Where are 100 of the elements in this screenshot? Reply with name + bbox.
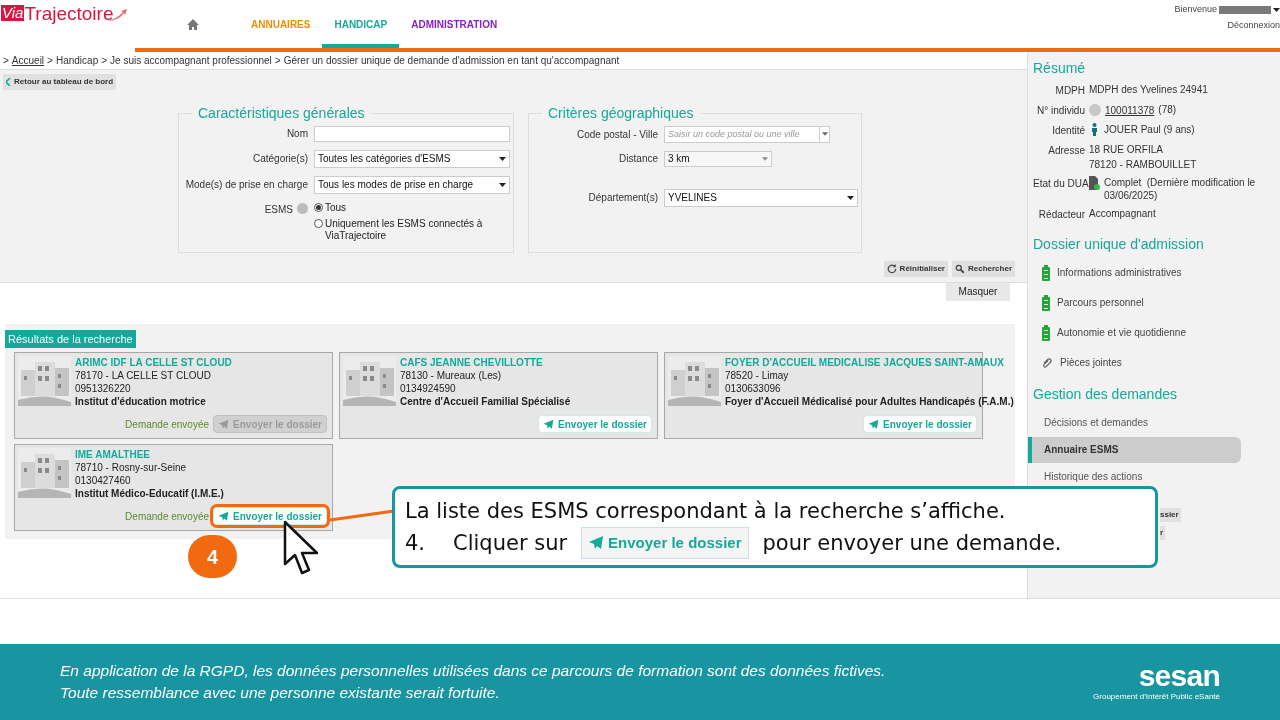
back-button[interactable]: Retour au tableau de bord [3,74,117,90]
battery-icon [1042,325,1050,341]
summary-label: Adresse [1047,144,1085,158]
menu-item[interactable]: Historique des actions [1028,464,1241,490]
breadcrumb-item[interactable]: Accueil [11,53,45,68]
dropdown-caret-icon [499,183,506,187]
instruction-text: Cliquer sur [453,530,568,557]
dossier-item[interactable]: Autonomie et vie quotidienne [1042,325,1280,341]
radio-button[interactable] [314,203,323,212]
request-status: Demande envoyée [125,418,210,432]
field-label: Mode(s) de prise en charge [184,178,308,193]
nav-tab[interactable]: ADMINISTRATION [399,0,510,48]
section-title: Résumé [1033,59,1087,78]
leader-line [330,509,394,523]
esms-phone: 0130633096 [725,382,782,396]
summary-value: (78) [1158,103,1178,116]
breadcrumb-item: Je suis accompagnant professionnel [110,54,272,68]
refresh-icon [886,264,897,274]
esms-type: Foyer d'Accueil Médicalisé pour Adultes Handicapés (F.A.M.) [725,395,1014,409]
dossier-item[interactable]: Informations administratives [1042,265,1280,281]
filter-group-title: Critères géographiques [547,104,695,123]
esms-city: 78710 - Rosny-sur-Seine [75,461,188,475]
summary-label: Rédacteur [1037,208,1085,222]
select-field[interactable]: 3 km [664,151,772,167]
menu-item[interactable]: Décisions et demandes [1028,410,1241,436]
esms-type: Centre d'Accueil Familial Spécialisé [400,395,571,409]
breadcrumb-item: Handicap [55,54,99,68]
welcome-text: Bienvenue [1174,3,1217,16]
summary-value: Complet (Dernière modification le 03/06/2025) [1104,176,1257,202]
field-label: ESMS [264,203,293,217]
document-check-icon [1089,176,1100,190]
name-input[interactable] [314,126,510,142]
field-label: Nom [285,127,308,142]
action-button[interactable]: ssier [1160,508,1181,522]
select-field[interactable]: Tous les modes de prise en charge [314,176,510,194]
filter-group-title: Caractéristiques générales [197,104,366,123]
home-icon [187,18,199,30]
section-title: Gestion des demandes [1033,385,1178,404]
send-icon [543,419,555,430]
breadcrumb-item: Gérer un dossier unique de demande d'admission en tant qu'accompagnant [283,54,620,68]
esms-city: 78520 - Limay [725,369,790,383]
radio-button[interactable] [314,219,323,228]
request-status: Demande envoyée [125,510,210,524]
person-icon [1091,123,1098,136]
summary-label: Identité [1051,124,1085,138]
instruction-text: La liste des ESMS correspondant à la recherche s’affiche. [405,498,1007,525]
send-icon [218,419,230,430]
logout-link[interactable]: Déconnexion [1227,16,1280,32]
summary-value: Accompagnant [1089,207,1157,220]
esms-phone: 0130427460 [75,474,132,488]
esms-phone: 0134924590 [400,382,457,396]
dossier-item[interactable]: Parcours personnel [1042,295,1280,311]
battery-icon [1042,265,1050,281]
esms-city: 78170 - LA CELLE ST CLOUD [75,369,212,383]
section-title: Dossier unique d'admission [1033,235,1205,254]
breadcrumb-separator: > [101,54,108,68]
summary-label: N° individu [1036,104,1085,118]
esms-city: 78130 - Mureaux (Les) [400,369,503,383]
select-field[interactable]: Toutes les catégories d'ESMS [314,150,510,168]
dropdown-caret-icon [821,132,828,137]
radio-label: Uniquement les ESMS connectés à ViaTrajectoire [325,218,484,242]
field-label: Département(s) [587,191,658,206]
logo: ViaTrajectoire [0,0,135,48]
select-field[interactable]: YVELINES [664,189,858,207]
action-button[interactable]: r [1160,526,1166,540]
redacted-username [1219,5,1271,14]
dropdown-caret-icon [1273,7,1280,12]
summary-value: 78120 - RAMBOUILLET [1089,158,1198,171]
radio-label: Tous [325,202,347,214]
dropdown-caret-icon [847,196,854,200]
disclaimer-text: En application de la RGPD, les données personnelles utilisées dans ce parcours de formation sont des données fictives. [60,661,886,682]
paperclip-icon [1042,357,1053,368]
chevron-left-icon [6,78,11,86]
breadcrumb-separator: > [47,54,53,68]
avatar-icon [1089,104,1101,116]
breadcrumb-separator: > [3,54,9,68]
dossier-item[interactable]: Pièces jointes [1042,355,1280,370]
disclaimer-text: Toute ressemblance avec une personne existante serait fortuite. [60,683,501,704]
action-button[interactable]: Réinitialiser [883,261,948,277]
summary-value: JOUER Paul (9 ans) [1104,123,1196,136]
esms-type: Institut d'éducation motrice [75,395,207,409]
cursor-icon [283,520,321,576]
postal-code-combo[interactable]: Saisir un code postal ou une ville [664,126,830,143]
action-button[interactable]: Rechercher [951,261,1015,277]
field-label: Distance [618,152,658,167]
send-file-button-sample: Envoyer le dossier [581,527,749,559]
breadcrumb-separator: > [274,54,281,68]
summary-label: MDPH [1054,84,1085,98]
send-icon [868,419,880,430]
field-label: Catégorie(s) [251,152,308,167]
logo-caption: Groupement d'Intérêt Public eSanté [1093,691,1220,704]
menu-item[interactable]: Annuaire ESMS [1028,437,1241,463]
summary-value: 18 RUE ORFILA [1089,143,1164,156]
send-icon [218,511,230,522]
instruction-text: pour envoyer une demande. [762,530,1062,557]
step-badge: 4 [188,535,237,578]
send-icon [588,535,605,551]
results-title: Résultats de la recherche [5,330,136,349]
search-icon [954,264,965,274]
individual-number-link[interactable]: 100011378 [1105,103,1155,118]
